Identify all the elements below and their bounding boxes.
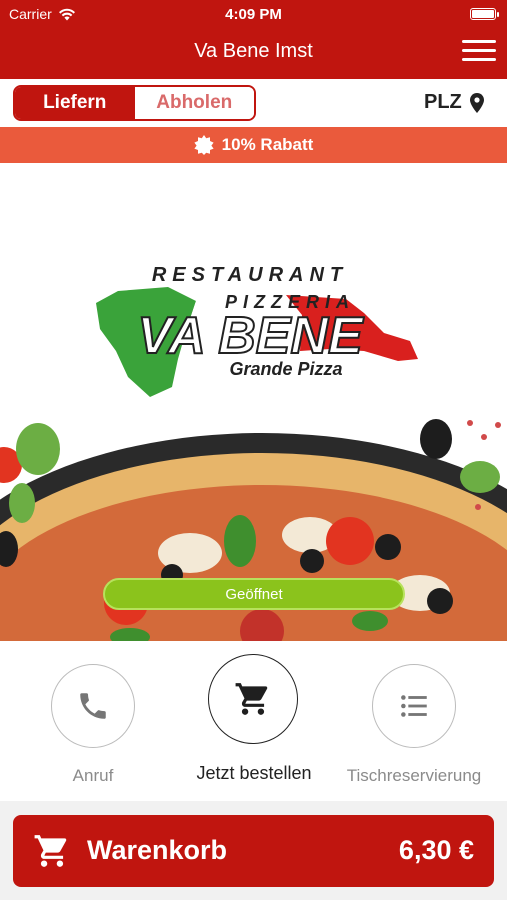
open-status-badge: Geöffnet: [103, 578, 405, 610]
discount-banner[interactable]: 10% Rabatt: [0, 127, 507, 163]
location-pin-icon: [469, 92, 484, 113]
discount-text: 10% Rabatt: [221, 135, 314, 154]
logo-tagline: Grande Pizza: [229, 359, 342, 379]
call-button[interactable]: [51, 664, 135, 748]
menu-icon-bar: [462, 49, 496, 52]
table-reservation-label: Tischreservierung: [346, 766, 482, 785]
battery-tip: [497, 12, 499, 17]
menu-icon-bar: [462, 40, 496, 43]
postcode-selector[interactable]: PLZ: [424, 91, 484, 114]
tab-abholen[interactable]: Abholen: [134, 87, 254, 119]
restaurant-logo: RESTAURANT PIZZERIA VA BENE Grande Pizza: [0, 264, 507, 641]
phone-icon: [80, 693, 106, 719]
logo-line1: RESTAURANT: [152, 264, 348, 286]
cart-total: 6,30 €: [398, 835, 474, 865]
tab-liefern[interactable]: Liefern: [15, 87, 135, 119]
list-icon: [401, 695, 427, 717]
order-now-label: Jetzt bestellen: [196, 763, 312, 783]
logo-brand: VA BENE: [137, 307, 364, 365]
hero-section: RESTAURANT PIZZERIA VA BENE Grande Pizza: [0, 163, 507, 641]
status-time: 4:09 PM: [225, 6, 282, 23]
order-now-button[interactable]: [208, 654, 298, 744]
cart-icon: [235, 683, 268, 715]
order-mode-toggle: Liefern Abholen: [13, 85, 256, 121]
call-label: Anruf: [72, 766, 114, 785]
battery-icon: [470, 8, 496, 20]
cart-icon: [34, 835, 67, 867]
menu-button[interactable]: [462, 38, 498, 64]
page-title: Va Bene Imst: [194, 40, 313, 62]
cart-button[interactable]: Warenkorb 6,30 €: [13, 815, 494, 887]
cart-label: Warenkorb: [87, 835, 228, 865]
table-reservation-button[interactable]: [372, 664, 456, 748]
menu-icon-bar: [462, 58, 496, 61]
postcode-label: PLZ: [424, 91, 462, 113]
discount-badge-icon: [194, 135, 214, 155]
